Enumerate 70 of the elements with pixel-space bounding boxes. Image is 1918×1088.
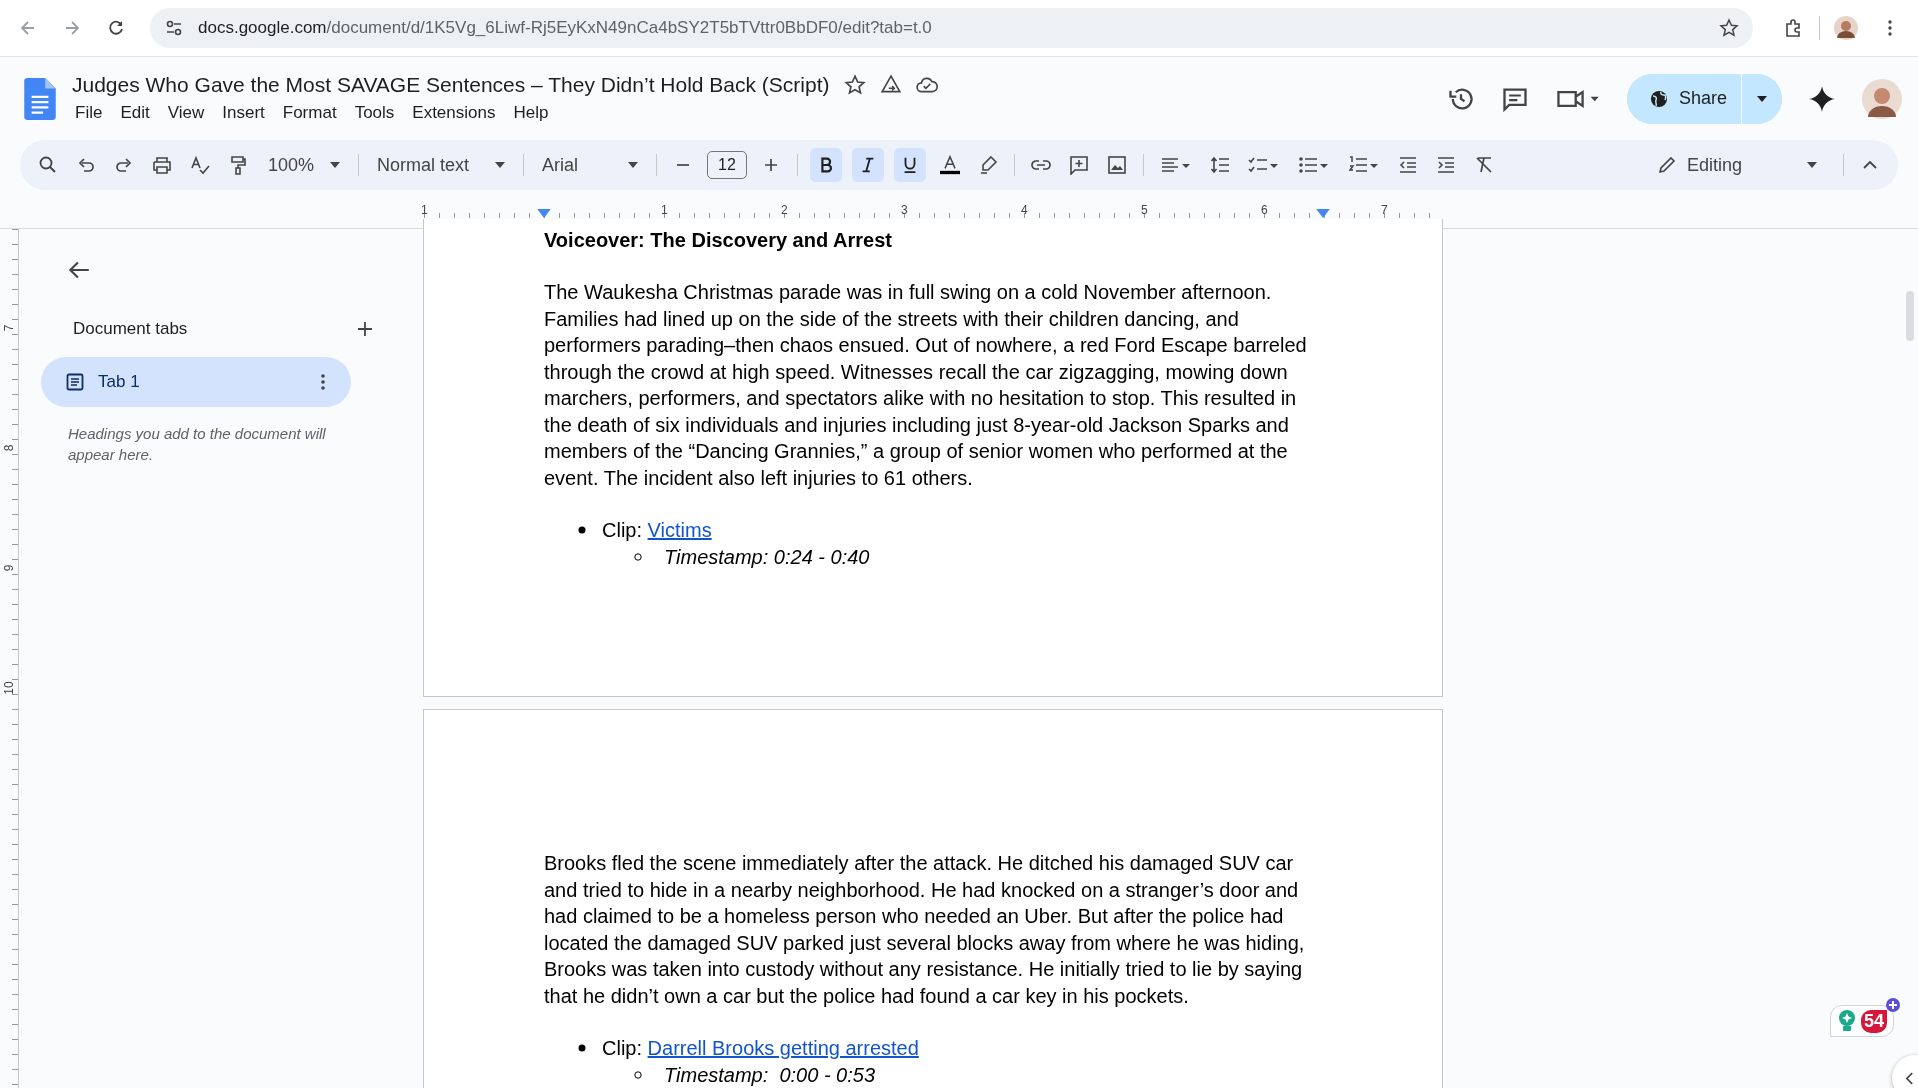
ruler-number: 7 — [3, 324, 15, 332]
caret-icon — [495, 162, 505, 168]
bullet-icon — [578, 1044, 586, 1053]
body-paragraph: The Waukesha Christmas parade was in full swing on a cold November afternoon. Families had lined up on the side of the streets with their children dancing, and performers parading–then chaos ensued. Out of nowhere, a red Ford Escape barreled through the crowd at high speed. Witnesses recall the car zigzagging, mowing down marchers, performers, and spectators alike with no hesitation to stop. This resulted in the death of six individuals and injuries including just 8-year-old Jackson Sparks and members of the “Dancing Grannies,” a group of senior women who performed at the event. The incident also left injuries to 61 others. — [544, 280, 1308, 491]
clip-link[interactable]: Darrell Brooks getting arrested — [647, 1035, 919, 1062]
sidebar-hint: Headings you add to the document will appear here. — [68, 424, 327, 465]
timestamp-text: Timestamp: 0:24 - 0:40 — [664, 544, 870, 570]
ruler-number: 7 — [1381, 203, 1388, 217]
bullet-icon — [578, 526, 586, 535]
document-icon — [66, 373, 84, 391]
section-heading: Voiceover: The Discovery and Arrest — [544, 229, 893, 252]
caret-icon — [1756, 94, 1768, 103]
timestamp-text: Timestamp: 0:00 - 0:53 — [664, 1062, 876, 1088]
ruler-number: 5 — [1141, 203, 1148, 217]
menu-item[interactable]: Help — [510, 100, 557, 125]
ruler-number: 2 — [781, 203, 788, 217]
document-tab[interactable]: Tab 1 — [41, 357, 351, 407]
ruler-number: 1 — [421, 203, 428, 217]
tab-label: Tab 1 — [98, 372, 140, 392]
site-settings-icon[interactable] — [164, 18, 184, 38]
menu-item[interactable]: File — [72, 100, 111, 125]
font-dropdown[interactable]: Arial — [536, 154, 644, 176]
ruler-number: 3 — [901, 203, 908, 217]
chevron-left-icon — [1905, 1071, 1914, 1085]
extension-widget[interactable]: 54 — [1829, 1005, 1894, 1037]
clip-label: Clip: — [602, 1036, 643, 1061]
underline-button[interactable] — [893, 148, 926, 182]
caret-icon — [1807, 162, 1817, 168]
ruler-number: 10 — [3, 681, 15, 695]
menu-item[interactable]: Tools — [351, 100, 403, 125]
menu-item[interactable]: Edit — [117, 100, 158, 125]
docs-logo-icon[interactable] — [24, 77, 56, 120]
clip-label: Clip: — [602, 518, 643, 543]
star-icon[interactable] — [843, 73, 866, 96]
menu-item[interactable]: Format — [279, 100, 345, 125]
document-title[interactable]: Judges Who Gave the Most SAVAGE Sentences – They Didn’t Hold Back (Script) — [72, 72, 830, 97]
caret-icon — [628, 162, 638, 168]
bold-button[interactable] — [809, 148, 842, 182]
ruler-number: 6 — [1261, 203, 1268, 217]
editing-mode-dropdown[interactable]: Editing — [1643, 154, 1831, 176]
address-bar[interactable]: docs.google.com/document/d/1K5Vg_6Liwf-Rj5EyKxN49nCa4bSY2T5bTVttr0BbDF0/edit?tab=t.0 — [150, 8, 1753, 48]
share-button[interactable]: Share — [1626, 73, 1742, 124]
profile-avatar-icon[interactable] — [1862, 78, 1902, 119]
ruler-number: 1 — [661, 203, 668, 217]
menu-item[interactable]: Insert — [219, 100, 273, 125]
ruler-number: 9 — [3, 564, 15, 572]
bookmark-star-icon[interactable] — [1719, 18, 1739, 38]
font-size-field[interactable]: 12 — [707, 151, 747, 179]
italic-button[interactable] — [851, 148, 884, 182]
caret-icon — [330, 162, 340, 168]
menu-item[interactable]: View — [164, 100, 213, 125]
ruler-number: 8 — [3, 444, 15, 452]
body-paragraph: Brooks fled the scene immediately after the attack. He ditched his damaged SUV car and tried to hide in a nearby neighborhood. He had knocked on a stranger’s door and had claimed to be a homeless person who needed an Uber. But after the police had located the damaged SUV parked just several blocks away from where he was hiding, Brooks was taken into custody without any resistance. He initially tried to lie by saying that he didn’t own a car but the police had found a car key in his pockets. — [544, 851, 1306, 1009]
pencil-icon — [1657, 155, 1677, 175]
globe-icon — [1648, 88, 1669, 109]
lightbulb-icon — [1836, 1009, 1857, 1033]
more-options-icon[interactable] — [320, 373, 326, 391]
scrollbar-thumb[interactable] — [1906, 291, 1914, 341]
zoom-dropdown[interactable]: 100% — [262, 154, 346, 176]
bullet-icon — [634, 552, 642, 561]
bullet-icon — [634, 1070, 642, 1079]
clip-link[interactable]: Victims — [647, 517, 712, 544]
notification-count: 54 — [1860, 1009, 1887, 1033]
url-text: docs.google.com/document/d/1K5Vg_6Liwf-Rj5EyKxN49nCa4bSY2T5bTVttr0BbDF0/edit?tab=t.0 — [198, 18, 933, 38]
ruler-number: 4 — [1021, 203, 1028, 217]
plus-icon — [1886, 998, 1900, 1012]
sidebar-heading: Document tabs — [73, 319, 188, 339]
style-dropdown[interactable]: Normal text — [371, 154, 511, 176]
add-icon[interactable] — [357, 321, 373, 337]
menu-item[interactable]: Extensions — [409, 100, 504, 125]
